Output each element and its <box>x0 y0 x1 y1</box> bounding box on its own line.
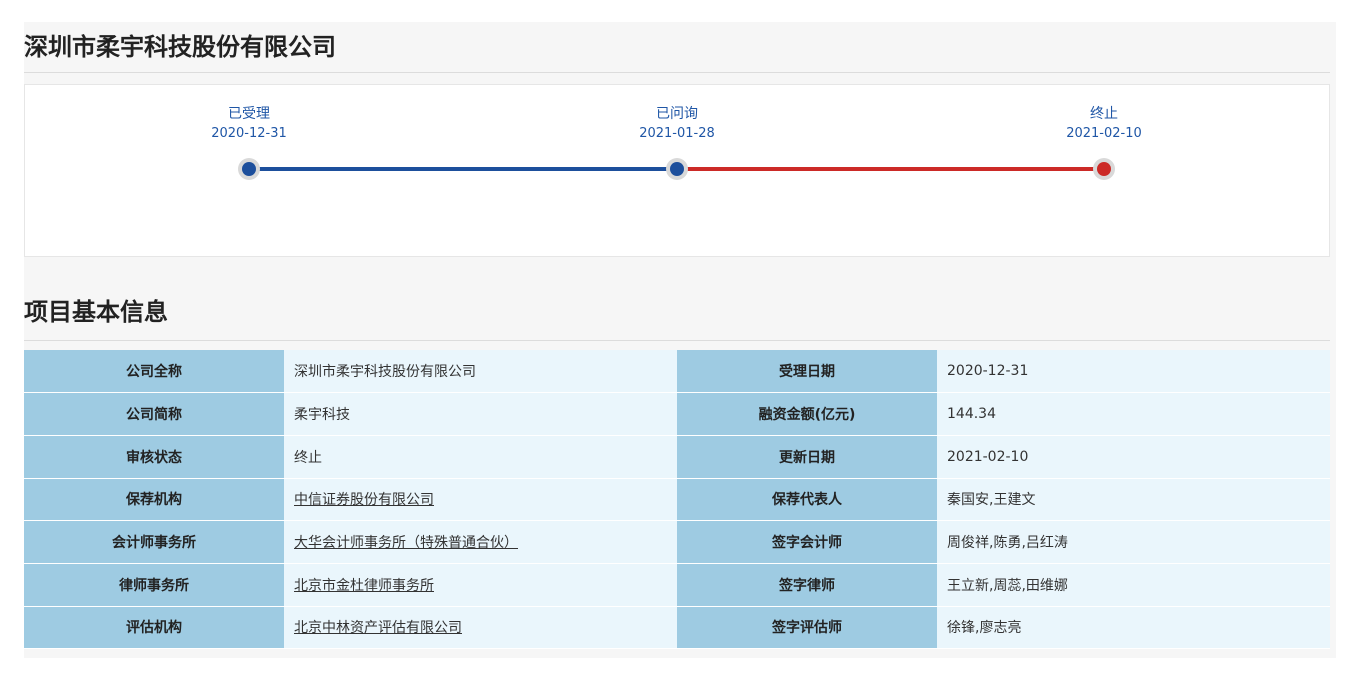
company-title: 深圳市柔宇科技股份有限公司 <box>24 33 336 61</box>
field-label: 受理日期 <box>677 350 937 394</box>
timeline-step-terminated: 终止 2021-02-10 <box>1034 105 1174 143</box>
table-row: 保荐机构 中信证券股份有限公司 保荐代表人 秦国安,王建文 <box>24 478 1330 522</box>
table-row: 公司全称 深圳市柔宇科技股份有限公司 受理日期 2020-12-31 <box>24 350 1330 394</box>
timeline-step-date: 2020-12-31 <box>211 126 287 141</box>
field-label: 公司简称 <box>24 392 284 436</box>
field-value: 徐锋,廖志亮 <box>937 606 1330 650</box>
review-timeline: 已受理 2020-12-31 已问询 2021-01-28 终止 2021-02… <box>24 84 1330 257</box>
timeline-step-label: 终止 <box>1090 106 1118 122</box>
section-divider <box>24 340 1330 341</box>
timeline-step-inquired: 已问询 2021-01-28 <box>607 105 747 143</box>
law-firm-link[interactable]: 北京市金杜律师事务所 <box>294 578 434 594</box>
table-row: 公司简称 柔宇科技 融资金额(亿元) 144.34 <box>24 392 1330 436</box>
field-label: 融资金额(亿元) <box>677 392 937 436</box>
field-value: 北京市金杜律师事务所 <box>284 563 677 607</box>
field-value: 深圳市柔宇科技股份有限公司 <box>284 350 677 394</box>
field-value: 王立新,周蕊,田维娜 <box>937 563 1330 607</box>
appraisal-firm-link[interactable]: 北京中林资产评估有限公司 <box>294 620 462 636</box>
field-value: 周俊祥,陈勇,吕红涛 <box>937 520 1330 564</box>
field-value: 北京中林资产评估有限公司 <box>284 606 677 650</box>
timeline-step-accepted: 已受理 2020-12-31 <box>179 105 319 143</box>
timeline-step-label: 已问询 <box>656 106 698 122</box>
field-label: 签字会计师 <box>677 520 937 564</box>
field-value: 终止 <box>284 435 677 479</box>
field-label: 审核状态 <box>24 435 284 479</box>
timeline-step-date: 2021-01-28 <box>639 126 715 141</box>
section-title: 项目基本信息 <box>24 298 168 326</box>
timeline-step-date: 2021-02-10 <box>1066 126 1142 141</box>
field-label: 会计师事务所 <box>24 520 284 564</box>
field-label: 律师事务所 <box>24 563 284 607</box>
field-value: 柔宇科技 <box>284 392 677 436</box>
timeline-dot-inquired <box>666 158 688 180</box>
field-label: 更新日期 <box>677 435 937 479</box>
field-value: 2020-12-31 <box>937 350 1330 394</box>
table-row: 律师事务所 北京市金杜律师事务所 签字律师 王立新,周蕊,田维娜 <box>24 563 1330 607</box>
field-value: 2021-02-10 <box>937 435 1330 479</box>
field-label: 保荐机构 <box>24 478 284 522</box>
timeline-terminated-line <box>677 167 1104 171</box>
timeline-progress-line <box>249 167 677 171</box>
field-label: 保荐代表人 <box>677 478 937 522</box>
sponsor-link[interactable]: 中信证券股份有限公司 <box>294 492 434 508</box>
project-info-table: 公司全称 深圳市柔宇科技股份有限公司 受理日期 2020-12-31 公司简称 … <box>24 350 1330 650</box>
field-value: 144.34 <box>937 392 1330 436</box>
timeline-dot-terminated <box>1093 158 1115 180</box>
field-label: 签字评估师 <box>677 606 937 650</box>
table-row: 会计师事务所 大华会计师事务所（特殊普通合伙） 签字会计师 周俊祥,陈勇,吕红涛 <box>24 520 1330 564</box>
accounting-firm-link[interactable]: 大华会计师事务所（特殊普通合伙） <box>294 535 518 551</box>
title-divider <box>24 72 1330 73</box>
field-label: 签字律师 <box>677 563 937 607</box>
field-value: 大华会计师事务所（特殊普通合伙） <box>284 520 677 564</box>
field-value: 中信证券股份有限公司 <box>284 478 677 522</box>
field-label: 评估机构 <box>24 606 284 650</box>
timeline-dot-accepted <box>238 158 260 180</box>
table-row: 评估机构 北京中林资产评估有限公司 签字评估师 徐锋,廖志亮 <box>24 606 1330 650</box>
field-label: 公司全称 <box>24 350 284 394</box>
field-value: 秦国安,王建文 <box>937 478 1330 522</box>
timeline-step-label: 已受理 <box>228 106 270 122</box>
table-row: 审核状态 终止 更新日期 2021-02-10 <box>24 435 1330 479</box>
